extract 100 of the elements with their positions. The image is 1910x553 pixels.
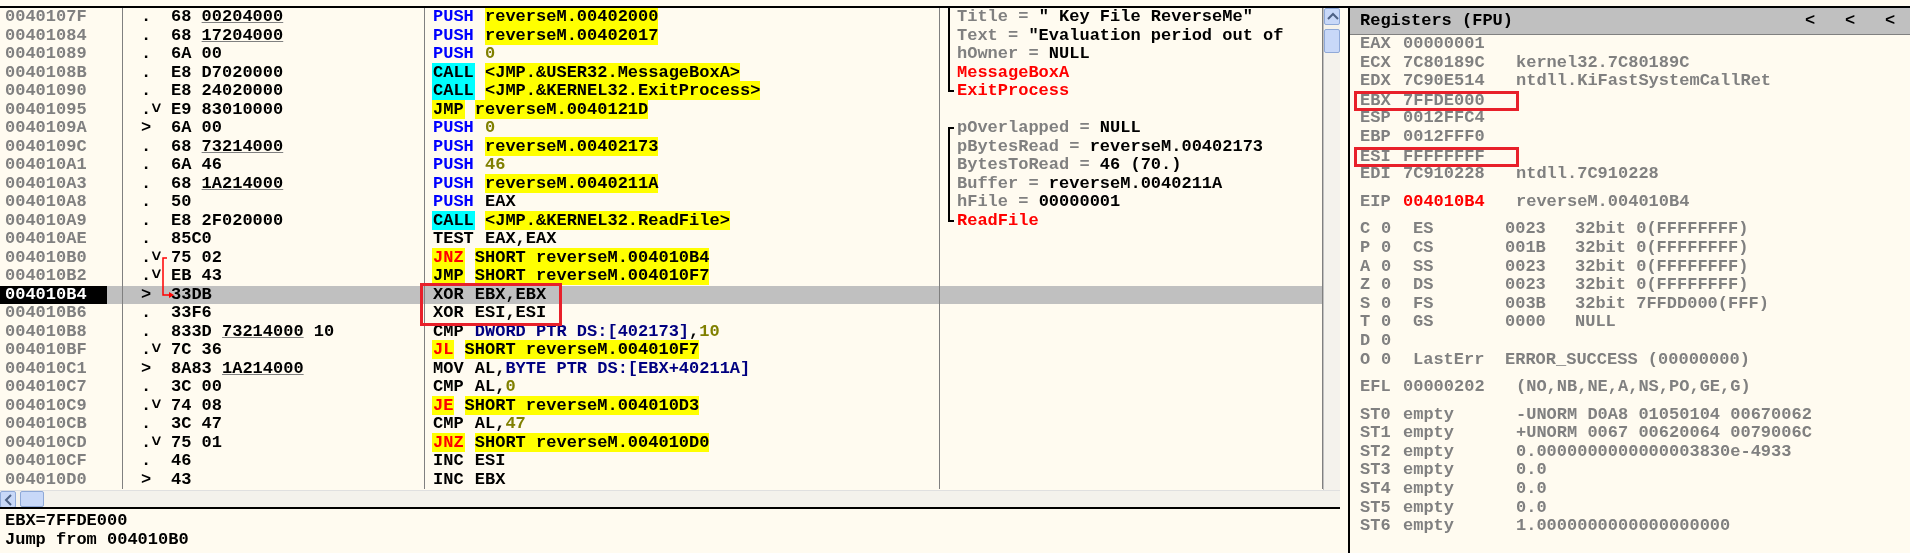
address-text: 0040109C	[5, 136, 87, 156]
register-value: empty	[1403, 461, 1455, 481]
register-value: 7C80189C	[1403, 53, 1486, 73]
address-text: 00401090	[5, 81, 87, 100]
address-text: 004010CB	[5, 414, 87, 433]
disasm-row[interactable]: 004010B2 .˅ EB 43 JMP SHORT reverseM.004010F7	[0, 267, 1323, 286]
disasm-row[interactable]: 004010A9 . E8 2F020000 CALL <JMP.&KERNEL32.ReadFile> ReadFile	[0, 211, 1323, 230]
hex-bytes: 6A 00	[171, 118, 222, 137]
comment-text: ExitProcess	[957, 81, 1070, 100]
register-name: ST3	[1360, 461, 1392, 481]
disasm-row[interactable]: 004010BF .˅ 7C 36 JL SHORT reverseM.004010F7	[0, 341, 1323, 360]
register-value: 0023	[1505, 220, 1547, 239]
register-value: empty	[1403, 498, 1455, 518]
mnemonic: CMP	[432, 414, 465, 433]
scrollbar-thumb[interactable]	[20, 491, 44, 507]
address-text: 004010C7	[5, 377, 87, 396]
hex-bytes: EB 43	[171, 266, 222, 285]
disasm-row[interactable]: 004010CD .˅ 75 01 JNZ SHORT reverseM.004010D0	[0, 433, 1323, 452]
register-comment: NULL	[1575, 312, 1616, 332]
hex-bytes: 6A 46	[171, 155, 222, 174]
scroll-up-button[interactable]	[1324, 8, 1340, 25]
address-text: 00401084	[5, 25, 87, 45]
hex-bytes: 6A 00	[171, 44, 222, 63]
hex-bytes: 68 73214000	[171, 136, 284, 156]
mnemonic: PUSH	[432, 136, 475, 156]
disasm-row[interactable]: 004010C9 .˅ 74 08 JE SHORT reverseM.004010D3	[0, 396, 1323, 415]
register-name: EBP	[1360, 127, 1392, 147]
disasm-row[interactable]: 00401084 . 68 17204000 PUSH reverseM.00402017 Text = "Evaluation period out of	[0, 26, 1323, 45]
jump-marker: .	[141, 82, 153, 101]
register-name: ST1	[1360, 424, 1392, 443]
jump-marker: .	[141, 45, 153, 64]
mnemonic: JNZ	[432, 432, 465, 452]
operand: reverseM.00402173	[485, 136, 659, 156]
register-name: ESI	[1360, 149, 1392, 164]
operand: EBX,EBX	[474, 284, 547, 304]
register-value: 00000001	[1403, 35, 1486, 54]
address-text: 004010B4	[0, 285, 107, 304]
register-comment: 32bit 0(FFFFFFFF)	[1575, 219, 1749, 239]
jump-marker: >	[141, 119, 153, 138]
disasm-row[interactable]: 0040109C . 68 73214000 PUSH reverseM.00402173 pBytesRead = reverseM.00402173	[0, 137, 1323, 156]
flag-name: C	[1360, 220, 1372, 239]
register-comment: 0.0	[1516, 479, 1547, 499]
jump-marker: .	[141, 8, 153, 27]
register-value: 003B	[1505, 294, 1547, 314]
register-value: empty	[1403, 442, 1455, 462]
jump-arrow	[162, 256, 174, 298]
register-name: EDX	[1360, 72, 1392, 91]
mnemonic: CALL	[432, 210, 475, 230]
hex-bytes: 68 1A214000	[171, 173, 284, 193]
address-text: 00401095	[5, 99, 87, 119]
jump-marker: >	[141, 285, 153, 304]
operand: AL,47	[474, 414, 526, 433]
register-name: EDI	[1360, 165, 1392, 184]
register-name: ST6	[1360, 517, 1392, 536]
hex-bytes: 68 00204000	[171, 8, 284, 26]
register-name: DS	[1413, 276, 1435, 295]
scrollbar-thumb[interactable]	[1324, 29, 1340, 53]
address-text: 0040109A	[5, 118, 87, 137]
collapse-button[interactable]: <	[1870, 8, 1910, 34]
register-value: 7C90E514	[1403, 72, 1486, 91]
register-comment: (NO,NB,NE,A,NS,PO,GE,G)	[1516, 377, 1751, 397]
mnemonic: INC	[432, 451, 465, 470]
comment-text: pBytesRead = reverseM.00402173	[957, 136, 1264, 156]
hex-bytes: 3C 47	[171, 414, 222, 433]
mnemonic: PUSH	[432, 25, 475, 45]
disasm-row[interactable]: 004010B4 > 33DB XOR EBX,EBX	[0, 285, 1323, 304]
comment-text: BytesToRead = 46 (70.)	[957, 155, 1182, 174]
mnemonic: JMP	[432, 99, 465, 119]
register-name: FS	[1413, 294, 1435, 314]
mnemonic: CMP	[432, 377, 465, 396]
disasm-row[interactable]: 00401090 . E8 24020000 CALL <JMP.&KERNEL32.ExitProcess> ExitProcess	[0, 82, 1323, 101]
flag-value: 0	[1381, 276, 1393, 295]
address-text: 004010C9	[5, 395, 87, 415]
flag-value: 0	[1381, 257, 1393, 277]
register-value: empty	[1403, 517, 1455, 536]
register-comment: 0.0	[1516, 497, 1547, 517]
register-value: 0012FFF0	[1403, 127, 1486, 147]
hex-bytes: 43	[171, 469, 192, 489]
address-text: 004010A9	[5, 210, 87, 230]
disasm-row[interactable]: 00401095 .˅ E9 83010000 JMP reverseM.0040121D	[0, 100, 1323, 119]
register-comment: ntdll.KiFastSystemCallRet	[1516, 71, 1772, 91]
flag-name: P	[1360, 238, 1372, 258]
address-text: 004010A8	[5, 192, 87, 211]
collapse-button[interactable]: <	[1830, 8, 1870, 34]
address-text: 004010BF	[5, 340, 87, 359]
comment-text: ReadFile	[957, 210, 1039, 230]
mnemonic: CALL	[432, 81, 475, 100]
operand: ESI	[474, 451, 506, 470]
collapse-button[interactable]: <	[1790, 8, 1830, 34]
mnemonic: XOR	[432, 284, 465, 304]
jump-marker: .˅	[141, 341, 163, 360]
hex-bytes: 68 17204000	[171, 25, 284, 45]
jump-marker: .	[141, 304, 153, 323]
register-name: ST5	[1360, 498, 1392, 518]
jump-marker: .˅	[141, 267, 163, 286]
comment-text: Buffer = reverseM.0040211A	[957, 173, 1223, 193]
register-comment: 1.0000000000000000000	[1516, 516, 1731, 536]
hex-bytes: 833D 73214000 10	[171, 321, 335, 341]
hex-bytes: 75 01	[171, 432, 222, 452]
flag-value: 0	[1381, 331, 1393, 351]
